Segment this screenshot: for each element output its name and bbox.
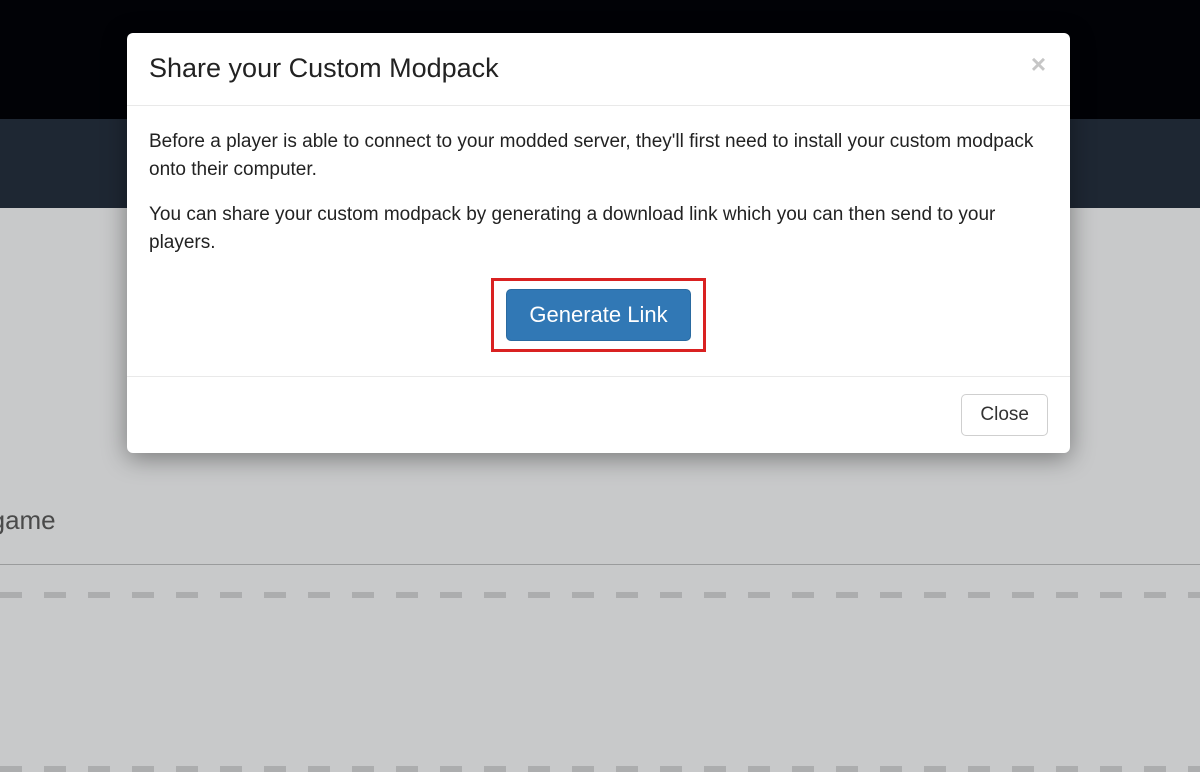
modal-paragraph: You can share your custom modpack by gen… [149,201,1048,256]
share-modpack-modal: Share your Custom Modpack × Before a pla… [127,33,1070,453]
annotation-red-outline: Generate Link [491,278,705,352]
modal-header: Share your Custom Modpack × [127,33,1070,106]
modal-paragraph: Before a player is able to connect to yo… [149,128,1048,183]
modal-body: Before a player is able to connect to yo… [127,106,1070,377]
generate-link-button[interactable]: Generate Link [506,289,690,341]
modal-title: Share your Custom Modpack [149,53,499,84]
close-icon[interactable]: × [1029,51,1048,77]
close-button[interactable]: Close [961,394,1048,436]
generate-button-highlight: Generate Link [149,278,1048,352]
modal-footer: Close [127,377,1070,453]
background-dashes [0,766,1200,772]
